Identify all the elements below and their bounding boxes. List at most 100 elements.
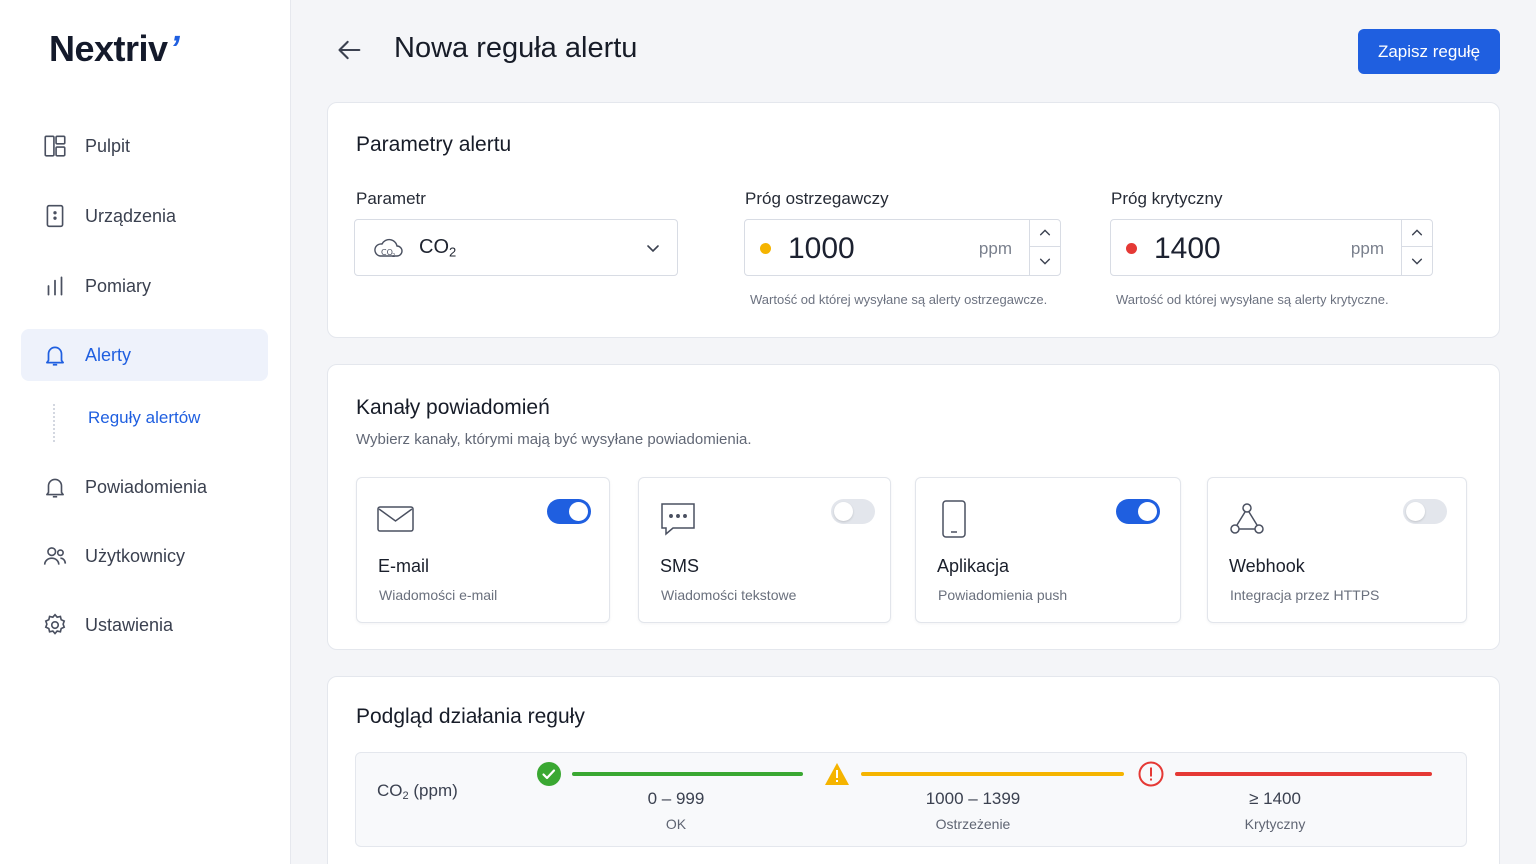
- section-title: Podgląd działania reguły: [356, 705, 585, 728]
- sidebar-item-pomiary[interactable]: Pomiary: [21, 260, 268, 312]
- decrement-button[interactable]: [1030, 247, 1060, 274]
- section-subtitle: Wybierz kanały, którymi mają być wysyłan…: [356, 431, 752, 448]
- toggle-knob: [569, 502, 588, 521]
- cloud-co2-icon: CO 2: [374, 238, 403, 259]
- critical-threshold-label: Próg krytyczny: [1111, 189, 1223, 208]
- warning-threshold-label: Próg ostrzegawczy: [745, 189, 889, 208]
- sidebar-item-label: Pomiary: [85, 275, 152, 296]
- channel-description: Wiadomości tekstowe: [661, 587, 797, 603]
- page-title: Nowa reguła alertu: [394, 32, 638, 64]
- sidebar-item-pulpit[interactable]: Pulpit: [21, 120, 268, 172]
- channel-description: Integracja przez HTTPS: [1230, 587, 1380, 603]
- logo-mark: ʼ: [169, 28, 180, 69]
- chevron-down-icon: [1039, 258, 1051, 265]
- toggle-knob: [834, 502, 853, 521]
- toggle-sms[interactable]: [831, 499, 875, 524]
- users-icon: [43, 547, 67, 565]
- toggle-app[interactable]: [1116, 499, 1160, 524]
- sidebar-item-label: Pulpit: [85, 135, 131, 156]
- rule-preview-card: Podgląd działania reguły CO2 (ppm) 0 – 9…: [327, 676, 1500, 864]
- smartphone-icon: [942, 500, 966, 538]
- range-value: ≥ 1400: [1249, 789, 1301, 808]
- channel-card-webhook[interactable]: Webhook Integracja przez HTTPS: [1207, 477, 1467, 623]
- device-icon: [46, 204, 64, 228]
- range-name: OK: [665, 816, 687, 832]
- critical-threshold-value: 1400: [1154, 232, 1221, 265]
- range-name: Ostrzeżenie: [935, 816, 1011, 832]
- toggle-webhook[interactable]: [1403, 499, 1447, 524]
- channel-card-app[interactable]: Aplikacja Powiadomienia push: [915, 477, 1181, 623]
- sidebar-item-ustawienia[interactable]: Ustawienia: [21, 599, 268, 651]
- channel-name: SMS: [660, 556, 700, 576]
- parameter-label: Parametr: [356, 189, 426, 208]
- toggle-knob: [1138, 502, 1157, 521]
- bell-icon: [46, 478, 64, 498]
- parameter-select[interactable]: CO 2 CO2: [354, 219, 678, 276]
- sidebar-item-label: Powiadomienia: [85, 476, 208, 497]
- sidebar-item-label: Ustawienia: [85, 614, 174, 635]
- decrement-button[interactable]: [1402, 247, 1432, 274]
- sidebar-item-label: Alerty: [85, 344, 132, 365]
- preview-parameter-label: CO2 (ppm): [377, 781, 458, 802]
- gear-icon: [44, 613, 66, 635]
- warning-range-bar: [861, 772, 1124, 776]
- chevron-down-icon: [647, 245, 659, 253]
- increment-button[interactable]: [1402, 220, 1432, 247]
- unit-label: ppm: [1350, 239, 1384, 258]
- critical-range-bar: [1175, 772, 1432, 776]
- stepper: [1029, 220, 1060, 275]
- critical-hint: Wartość od której wysyłane są alerty kry…: [1116, 292, 1389, 307]
- warning-threshold-input[interactable]: 1000 ppm: [744, 219, 1061, 276]
- sidebar-item-powiadomienia[interactable]: Powiadomienia: [21, 461, 268, 513]
- mail-icon: [377, 506, 414, 532]
- bell-icon: [46, 346, 64, 366]
- check-circle-icon: [537, 762, 561, 786]
- section-title: Parametry alertu: [356, 133, 512, 156]
- range-name: Krytyczny: [1244, 816, 1306, 832]
- warning-dot: [760, 243, 771, 254]
- sidebar: Nextrivʼ Pulpit Urządzenia Pomiary Alert…: [0, 0, 291, 864]
- channel-name: Aplikacja: [937, 556, 1010, 576]
- channel-name: Webhook: [1229, 556, 1305, 576]
- range-value: 1000 – 1399: [925, 789, 1021, 808]
- message-icon: [661, 503, 695, 536]
- range-value: 0 – 999: [647, 789, 705, 808]
- chevron-up-icon: [1039, 229, 1051, 236]
- save-rule-button[interactable]: Zapisz regułę: [1358, 29, 1500, 74]
- toggle-email[interactable]: [547, 499, 591, 524]
- sidebar-subitem-reguly-alertow[interactable]: Reguły alertów: [88, 408, 200, 428]
- sidebar-item-alerty[interactable]: Alerty: [21, 329, 268, 381]
- warning-hint: Wartość od której wysyłane są alerty ost…: [750, 292, 1048, 307]
- warning-triangle-icon: [825, 763, 849, 785]
- logo[interactable]: Nextrivʼ: [49, 28, 180, 70]
- increment-button[interactable]: [1030, 220, 1060, 247]
- alert-circle-icon: [1138, 761, 1164, 787]
- ok-range-bar: [572, 772, 803, 776]
- channel-card-sms[interactable]: SMS Wiadomości tekstowe: [638, 477, 891, 623]
- toggle-knob: [1406, 502, 1425, 521]
- submenu-connector: [53, 404, 55, 442]
- notification-channels-card: Kanały powiadomień Wybierz kanały, który…: [327, 364, 1500, 650]
- back-arrow-icon[interactable]: [336, 36, 364, 64]
- preview-scale: CO2 (ppm) 0 – 999 OK 1000 – 1399 Ostrzeż…: [355, 752, 1467, 847]
- sidebar-item-uzytkownicy[interactable]: Użytkownicy: [21, 530, 268, 582]
- stepper: [1401, 220, 1432, 275]
- critical-dot: [1126, 243, 1137, 254]
- parameter-value: CO2: [419, 235, 457, 260]
- section-title: Kanały powiadomień: [356, 396, 550, 419]
- dashboard-icon: [44, 135, 66, 157]
- warning-threshold-value: 1000: [788, 232, 855, 265]
- sidebar-item-label: Użytkownicy: [85, 545, 186, 566]
- bar-chart-icon: [47, 276, 63, 296]
- chevron-down-icon: [1411, 258, 1423, 265]
- chevron-up-icon: [1411, 229, 1423, 236]
- alert-parameters-card: Parametry alertu Parametr CO 2 CO2 Próg o…: [327, 102, 1500, 338]
- channel-name: E-mail: [378, 556, 430, 576]
- channel-description: Powiadomienia push: [938, 587, 1068, 603]
- channel-card-email[interactable]: E-mail Wiadomości e-mail: [356, 477, 610, 623]
- unit-label: ppm: [978, 239, 1012, 258]
- critical-threshold-input[interactable]: 1400 ppm: [1110, 219, 1433, 276]
- sidebar-item-urzadzenia[interactable]: Urządzenia: [21, 190, 268, 242]
- svg-text:2: 2: [392, 253, 395, 259]
- sidebar-item-label: Urządzenia: [85, 205, 177, 226]
